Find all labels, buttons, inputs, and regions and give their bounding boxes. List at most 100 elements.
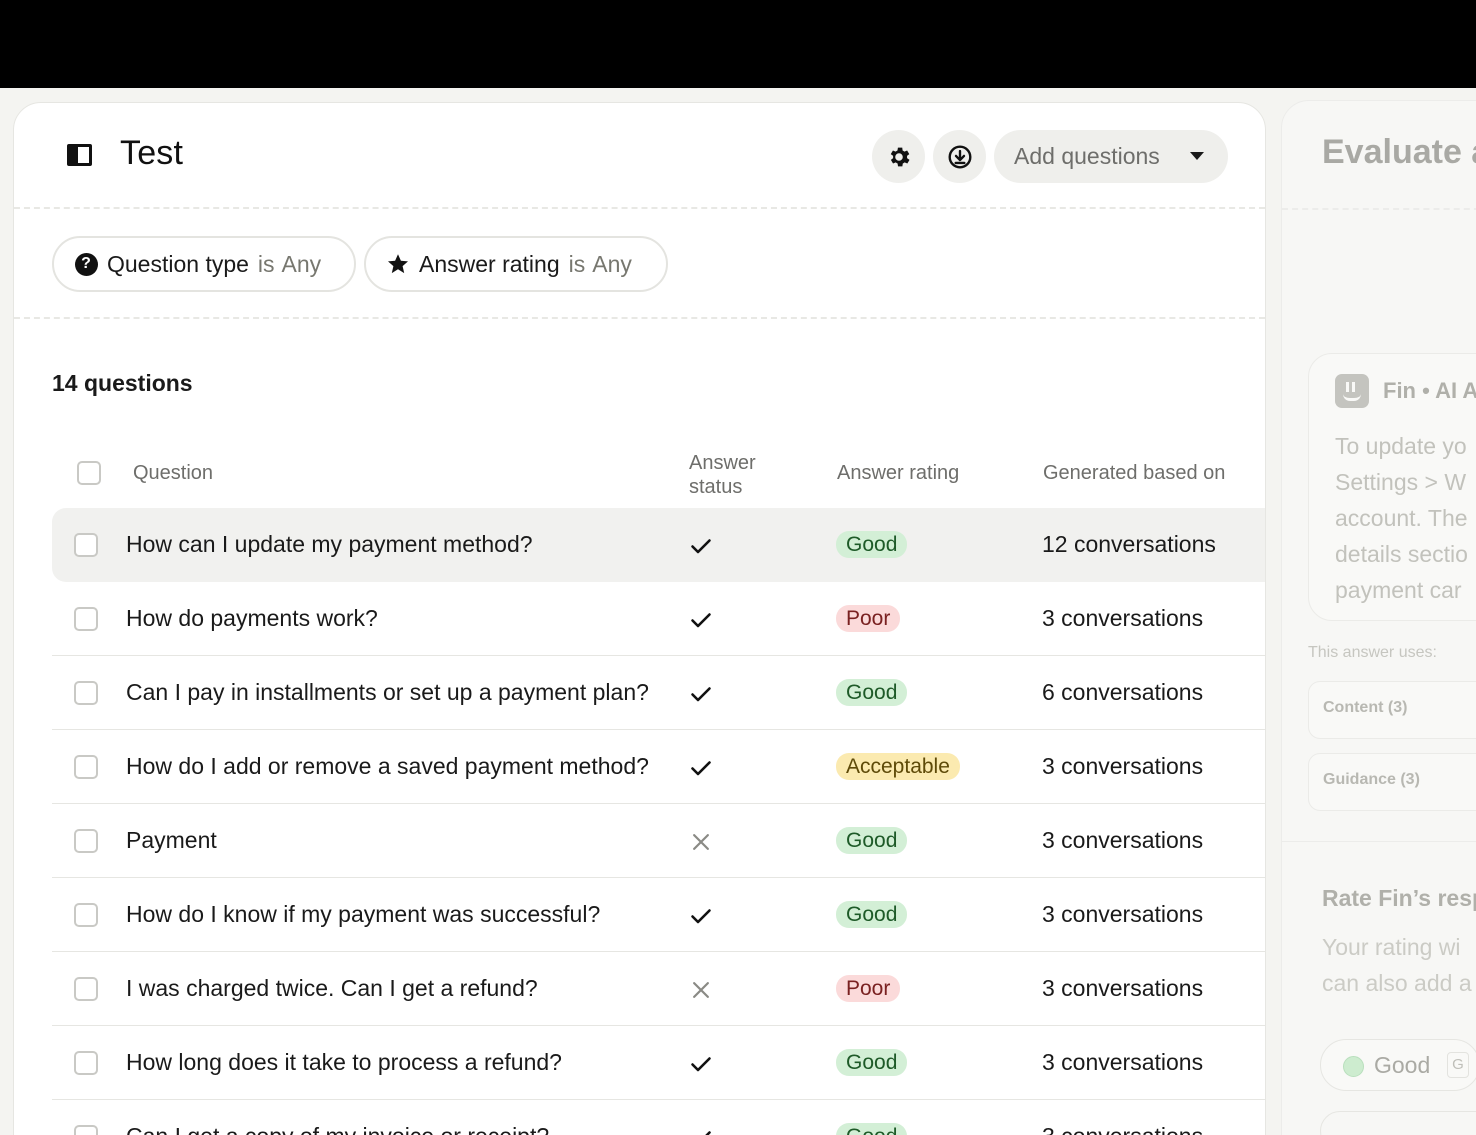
question-text: How do payments work? (126, 605, 378, 631)
generated-based-on: 3 conversations (1042, 753, 1204, 779)
question-type-filter[interactable]: ? Question type is Any (52, 236, 356, 292)
rating-badge: Poor (836, 975, 901, 1002)
chevron-down-icon (1190, 152, 1204, 160)
rate-good-label: Good (1374, 1052, 1431, 1078)
filter-field: Answer rating (419, 250, 560, 277)
row-checkbox[interactable] (74, 903, 98, 927)
row-checkbox[interactable] (74, 829, 98, 853)
table-row[interactable]: How do payments work? Poor 3 conversations (52, 582, 1265, 656)
gear-icon (890, 147, 910, 166)
generated-based-on: 3 conversations (1042, 1123, 1203, 1135)
column-header-generated-based-on[interactable]: Generated based on (1043, 461, 1225, 485)
rate-good-button[interactable]: Good G (1320, 1039, 1476, 1091)
panel-header: Test Add questions (14, 103, 1265, 209)
divider (1282, 841, 1476, 842)
cross-icon (688, 977, 714, 1003)
content-sources-button[interactable]: Content (3) (1308, 681, 1476, 739)
row-checkbox[interactable] (74, 607, 98, 631)
table-row[interactable]: Can I pay in installments or set up a pa… (52, 656, 1265, 730)
question-text: How do I know if my payment was successf… (126, 901, 601, 927)
table-row[interactable]: How long does it take to process a refun… (52, 1026, 1265, 1100)
question-text: How do I add or remove a saved payment m… (126, 753, 649, 779)
rating-badge: Good (836, 827, 908, 854)
question-text: Can I get a copy of my invoice or receip… (126, 1123, 549, 1135)
rating-badge: Good (836, 1123, 908, 1135)
rating-badge: Good (836, 901, 908, 928)
sidebar-toggle-icon[interactable] (67, 144, 92, 166)
rate-next-button[interactable] (1320, 1111, 1476, 1135)
table-row[interactable]: Can I get a copy of my invoice or receip… (52, 1100, 1265, 1135)
column-header-answer-status-line2: status (689, 476, 743, 498)
row-checkbox[interactable] (74, 681, 98, 705)
generated-based-on: 3 conversations (1042, 1049, 1204, 1075)
add-questions-button[interactable]: Add questions (994, 130, 1228, 183)
filter-value: Any (281, 250, 322, 277)
answer-rating-filter[interactable]: Answer rating is Any (364, 236, 668, 292)
generated-based-on: 3 conversations (1042, 975, 1204, 1001)
question-text: How can I update my payment method? (126, 531, 533, 557)
table-row[interactable]: Payment Good 3 conversations (52, 804, 1265, 878)
rating-badge: Good (836, 531, 908, 558)
test-panel: Test Add questions ? Question type is An… (13, 102, 1266, 1135)
generated-based-on: 3 conversations (1042, 901, 1204, 927)
row-checkbox[interactable] (74, 755, 98, 779)
cross-icon (688, 829, 714, 855)
generated-based-on: 3 conversations (1042, 827, 1204, 853)
generated-based-on: 12 conversations (1042, 531, 1216, 557)
filter-operator: is (257, 250, 275, 277)
column-header-answer-rating[interactable]: Answer rating (837, 461, 959, 485)
question-count: 14 questions (52, 370, 193, 396)
column-header-question[interactable]: Question (133, 461, 213, 485)
table-row[interactable]: I was charged twice. Can I get a refund?… (52, 952, 1265, 1026)
filter-operator: is (568, 250, 586, 277)
rating-badge: Acceptable (836, 753, 960, 780)
table-row[interactable]: How do I know if my payment was successf… (52, 878, 1265, 952)
column-header-answer-status-line1: Answer (689, 452, 756, 474)
rating-badge: Good (836, 1049, 908, 1076)
question-text: Payment (126, 827, 217, 853)
filter-value: Any (592, 250, 632, 277)
select-all-checkbox[interactable] (77, 461, 101, 485)
download-button[interactable] (933, 130, 986, 183)
row-checkbox[interactable] (74, 533, 98, 557)
column-header-answer-status[interactable]: Answer status (689, 451, 756, 499)
rate-description: Your rating wi can also add a (1322, 934, 1472, 996)
guidance-sources-button[interactable]: Guidance (3) (1308, 753, 1476, 811)
top-black-bar (0, 0, 1476, 88)
row-checkbox[interactable] (74, 977, 98, 1001)
row-checkbox[interactable] (74, 1125, 98, 1135)
check-icon (688, 755, 714, 781)
fin-answer-text: To update yo Settings > W account. The d… (1335, 433, 1468, 603)
check-icon (688, 903, 714, 929)
table-row[interactable]: How can I update my payment method? Good 1… (52, 508, 1265, 582)
check-icon (688, 1125, 714, 1135)
question-text: I was charged twice. Can I get a refund? (126, 975, 538, 1001)
question-text: How long does it take to process a refun… (126, 1049, 562, 1075)
question-text: Can I pay in installments or set up a pa… (126, 679, 649, 705)
add-questions-label: Add questions (1014, 143, 1160, 169)
row-checkbox[interactable] (74, 1051, 98, 1075)
answer-uses-label: This answer uses: (1308, 644, 1437, 661)
good-dot-icon (1343, 1056, 1364, 1077)
fin-logo-icon (1335, 374, 1369, 408)
generated-based-on: 6 conversations (1042, 679, 1204, 705)
filter-field: Question type (107, 250, 249, 277)
rating-badge: Good (836, 679, 908, 706)
check-icon (688, 681, 714, 707)
fin-answer-card: Fin • AI A To update yo Settings > W acc… (1308, 353, 1476, 621)
question-circle-icon: ? (74, 252, 98, 276)
table-row[interactable]: How do I add or remove a saved payment m… (52, 730, 1265, 804)
questions-table: How can I update my payment method? Good 1… (52, 508, 1265, 1135)
evaluate-panel: Evaluate a Fin • AI A To update yo Setti… (1281, 100, 1476, 1135)
settings-button[interactable] (872, 130, 925, 183)
generated-based-on: 3 conversations (1042, 605, 1204, 631)
rating-badge: Poor (836, 605, 901, 632)
check-icon (688, 607, 714, 633)
filter-bar: ? Question type is Any Answer rating is … (14, 209, 1265, 319)
star-icon (386, 252, 410, 276)
evaluate-title: Evaluate a (1322, 133, 1476, 171)
rate-title: Rate Fin’s resp (1322, 885, 1476, 911)
shortcut-key: G (1447, 1052, 1469, 1078)
check-icon (688, 1051, 714, 1077)
check-icon (688, 533, 714, 559)
